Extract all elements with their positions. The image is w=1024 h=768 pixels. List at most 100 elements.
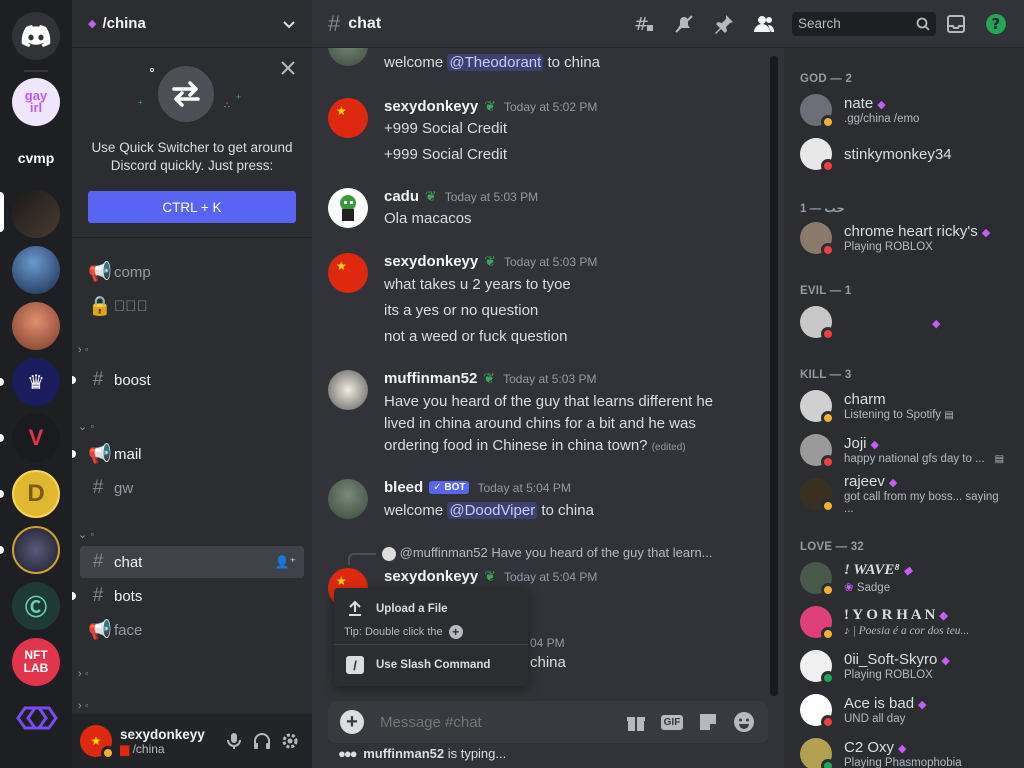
message-scrollbar[interactable] — [770, 56, 778, 696]
channel-name: gw — [114, 479, 134, 497]
category-collapsed[interactable]: › ◦ — [78, 700, 89, 712]
gif-icon[interactable]: GIF — [660, 710, 684, 734]
user-avatar[interactable] — [328, 188, 368, 228]
settings-gear-icon[interactable] — [278, 729, 302, 753]
category-collapsed[interactable]: › ◦ — [78, 344, 89, 356]
member-item[interactable]: rajeev ◆ got call from my boss... saying .… — [792, 473, 1016, 515]
server-avatar[interactable] — [12, 246, 60, 294]
pin-icon[interactable] — [712, 12, 736, 36]
gift-icon[interactable] — [624, 710, 648, 734]
inbox-icon[interactable] — [944, 12, 968, 36]
timestamp: 04 PM — [530, 636, 565, 650]
user-mention[interactable]: @DoodViper — [447, 502, 538, 519]
bot-avatar[interactable] — [328, 479, 368, 519]
upload-file-option[interactable]: Upload a File — [346, 600, 448, 618]
channel-boost[interactable]: # boost — [80, 364, 304, 396]
message-input[interactable] — [380, 713, 618, 731]
server-valorant[interactable]: V — [12, 414, 60, 462]
threads-icon[interactable]: # — [632, 12, 656, 36]
category-collapsed[interactable]: › ◦ — [78, 668, 89, 680]
member-item[interactable]: ! WAVE⁸ ◆ ❀ Sadge — [792, 557, 1016, 599]
member-name: charm — [844, 391, 886, 408]
slash-command-option[interactable]: / Use Slash Command — [346, 656, 490, 674]
member-avatar — [800, 738, 835, 768]
scrollbar-thumb[interactable] — [770, 56, 778, 696]
server-avatar[interactable] — [12, 190, 60, 238]
server-nft-lab[interactable]: NFT LAB — [12, 638, 60, 686]
close-icon[interactable] — [278, 58, 298, 78]
member-item[interactable]: Ace is bad ◆ UND all day — [792, 689, 1016, 731]
hash-icon: # — [92, 369, 104, 390]
headphones-icon[interactable] — [250, 729, 274, 753]
channel-chat[interactable]: # chat 👤⁺ — [80, 546, 304, 578]
emoji-icon[interactable] — [732, 710, 756, 734]
search-input[interactable]: Search — [792, 11, 936, 36]
server-avatar[interactable] — [12, 526, 60, 574]
channel-locked[interactable]: 🔒     — [80, 290, 304, 322]
switch-arrows-icon — [158, 66, 214, 122]
member-item[interactable]: stinkymonkey34 — [792, 133, 1016, 175]
notification-muted-icon[interactable] — [672, 12, 696, 36]
home-button[interactable] — [12, 12, 60, 60]
bot-avatar[interactable] — [328, 48, 368, 66]
member-item[interactable]: 0ii_Soft-Skyro ◆ Playing ROBLOX — [792, 645, 1016, 687]
category-expanded[interactable]: ⌄ ◦ — [78, 420, 94, 433]
add-member-icon[interactable]: 👤⁺ — [275, 555, 296, 569]
reply-preview[interactable]: @muffinman52 Have you heard of the guy t… — [382, 545, 713, 561]
user-avatar[interactable]: ★ — [328, 253, 368, 293]
member-item[interactable]: nate ◆ .gg/china /emo — [792, 89, 1016, 131]
server-cvmp[interactable]: cvmp — [12, 134, 60, 182]
member-item[interactable]: Joji ◆ happy national gfs day to ... ▤ — [792, 429, 1016, 471]
author-name[interactable]: bleed — [384, 479, 423, 496]
timestamp: Today at 5:02 PM — [503, 99, 598, 114]
user-avatar[interactable]: ★ — [80, 725, 115, 760]
channel-gw[interactable]: # gw — [80, 472, 304, 504]
member-item[interactable]: ◆ — [792, 301, 1016, 343]
slash-label: Use Slash Command — [376, 659, 491, 671]
category-expanded[interactable]: ⌄ ◦ — [78, 528, 94, 541]
guild-header[interactable]: ◆ /china — [72, 0, 312, 48]
author-name[interactable]: sexydonkeyy — [384, 253, 478, 270]
user-avatar[interactable]: ★ — [328, 98, 368, 138]
hash-icon: # — [92, 477, 104, 498]
channel-comp[interactable]: 📢 comp — [80, 256, 304, 288]
user-avatar[interactable] — [328, 370, 368, 410]
member-item[interactable]: charm Listening to Spotify ▤ — [792, 385, 1016, 427]
member-item[interactable]: chrome heart ricky's ◆ Playing ROBLOX — [792, 217, 1016, 259]
server-c[interactable]: Ⓒ — [12, 582, 60, 630]
channel-mail[interactable]: 📢 mail — [80, 438, 304, 470]
quick-switcher-button[interactable]: CTRL + K — [88, 191, 296, 223]
member-list-icon[interactable] — [752, 12, 776, 36]
channel-face[interactable]: 📢 face — [80, 614, 304, 646]
server-avatar[interactable]: ♛ — [12, 358, 60, 406]
member-item[interactable]: C2 Oxy ◆ Playing Phasmophobia — [792, 733, 1016, 768]
author-name[interactable]: sexydonkeyy — [384, 568, 478, 585]
member-name: ◆ — [928, 314, 940, 331]
chevron-down-icon[interactable] — [282, 17, 296, 31]
member-item[interactable]: ! Y O R H A N ◆ ♪ | Poesia é a cor dos teu… — [792, 601, 1016, 643]
channel-name: chat — [114, 553, 143, 571]
server-gay-irl[interactable]: gay irl — [12, 78, 60, 126]
help-icon[interactable]: ? — [984, 12, 1008, 36]
reply-text: Have you heard of the guy that learn... — [491, 545, 713, 560]
add-attachment-button[interactable]: + — [340, 710, 364, 734]
server-avatar[interactable] — [12, 302, 60, 350]
channel-name:     — [114, 297, 148, 315]
sticker-icon[interactable] — [696, 710, 720, 734]
message-header: sexydonkeyy ❦ Today at 5:03 PM — [384, 253, 597, 270]
attach-popup: Upload a File Tip: Double click the + / … — [334, 588, 528, 686]
tip-text: Tip: Double click the — [344, 626, 443, 638]
leaf-badge-icon: ❦ — [425, 188, 437, 204]
member-avatar — [800, 306, 835, 341]
author-name[interactable]: cadu — [384, 188, 419, 205]
member-avatar — [800, 94, 835, 129]
quick-switcher-line1: Use Quick Switcher to get around — [91, 140, 293, 155]
channel-bots[interactable]: # bots — [80, 580, 304, 612]
server-chain[interactable] — [12, 694, 60, 742]
server-d[interactable]: D — [12, 470, 60, 518]
user-mention[interactable]: @Theodorant — [447, 54, 544, 71]
microphone-icon[interactable] — [222, 729, 246, 753]
author-name[interactable]: sexydonkeyy — [384, 98, 478, 115]
author-name[interactable]: muffinman52 — [384, 370, 477, 387]
user-info[interactable]: sexydonkeyy ▆ /china — [120, 727, 220, 756]
